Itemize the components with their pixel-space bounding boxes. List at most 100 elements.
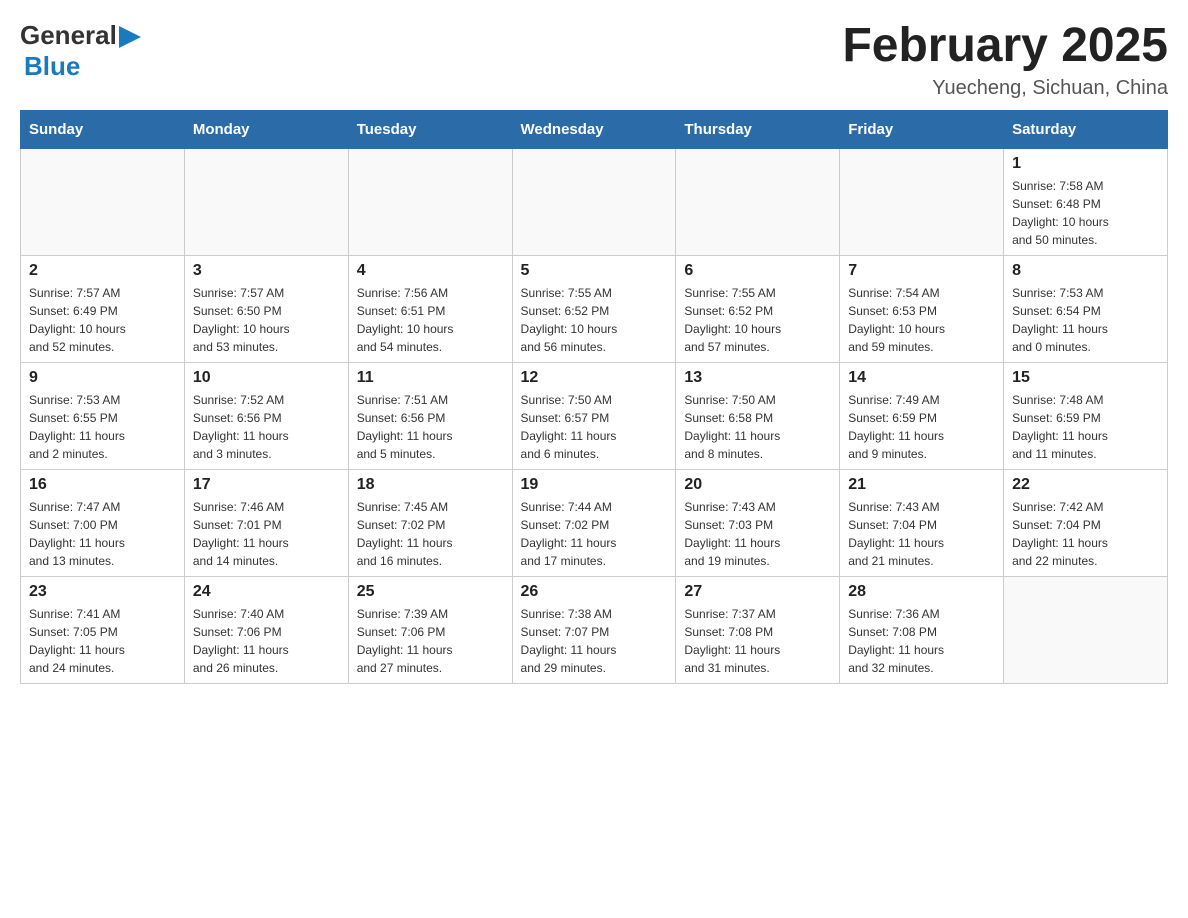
day-number: 3 (193, 262, 340, 280)
day-number: 1 (1012, 155, 1159, 173)
day-number: 23 (29, 583, 176, 601)
header-wednesday: Wednesday (512, 110, 676, 148)
calendar-table: Sunday Monday Tuesday Wednesday Thursday… (20, 110, 1168, 684)
day-number: 6 (684, 262, 831, 280)
day-number: 14 (848, 369, 995, 387)
day-number: 7 (848, 262, 995, 280)
day-number: 8 (1012, 262, 1159, 280)
table-row: 11 Sunrise: 7:51 AM Sunset: 6:56 PM Dayli… (348, 362, 512, 469)
table-row: 13Sunrise: 7:50 AM Sunset: 6:58 PM Dayli… (676, 362, 840, 469)
day-info: Sunrise: 7:56 AM Sunset: 6:51 PM Dayligh… (357, 284, 504, 356)
day-number: 20 (684, 476, 831, 494)
day-number: 10 (193, 369, 340, 387)
title-area: February 2025 Yuecheng, Sichuan, China (842, 20, 1168, 100)
table-row: 5 Sunrise: 7:55 AM Sunset: 6:52 PM Daylig… (512, 255, 676, 362)
table-row: 28 Sunrise: 7:36 AM Sunset: 7:08 PM Dayli… (840, 576, 1004, 683)
day-info: Sunrise: 7:57 AM Sunset: 6:50 PM Dayligh… (193, 284, 340, 356)
table-row: 23Sunrise: 7:41 AM Sunset: 7:05 PM Dayli… (21, 576, 185, 683)
day-number: 9 (29, 369, 176, 387)
day-info: Sunrise: 7:47 AM Sunset: 7:00 PM Dayligh… (29, 498, 176, 570)
day-info: Sunrise: 7:42 AM Sunset: 7:04 PM Dayligh… (1012, 498, 1159, 570)
day-info: Sunrise: 7:52 AM Sunset: 6:56 PM Dayligh… (193, 391, 340, 463)
table-row: 8 Sunrise: 7:53 AM Sunset: 6:54 PM Daylig… (1004, 255, 1168, 362)
day-number: 12 (521, 369, 668, 387)
calendar-week-row: 23Sunrise: 7:41 AM Sunset: 7:05 PM Dayli… (21, 576, 1168, 683)
table-row (840, 148, 1004, 255)
table-row (21, 148, 185, 255)
day-number: 17 (193, 476, 340, 494)
day-number: 11 (357, 369, 504, 387)
table-row: 6 Sunrise: 7:55 AM Sunset: 6:52 PM Daylig… (676, 255, 840, 362)
day-number: 26 (521, 583, 668, 601)
header-monday: Monday (184, 110, 348, 148)
day-info: Sunrise: 7:49 AM Sunset: 6:59 PM Dayligh… (848, 391, 995, 463)
table-row: 16 Sunrise: 7:47 AM Sunset: 7:00 PM Dayli… (21, 469, 185, 576)
table-row: 12Sunrise: 7:50 AM Sunset: 6:57 PM Dayli… (512, 362, 676, 469)
table-row: 20 Sunrise: 7:43 AM Sunset: 7:03 PM Dayli… (676, 469, 840, 576)
table-row: 1 Sunrise: 7:58 AM Sunset: 6:48 PM Daylig… (1004, 148, 1168, 255)
table-row (348, 148, 512, 255)
day-info: Sunrise: 7:37 AM Sunset: 7:08 PM Dayligh… (684, 605, 831, 677)
day-info: Sunrise: 7:53 AM Sunset: 6:55 PM Dayligh… (29, 391, 176, 463)
day-number: 13 (684, 369, 831, 387)
header-friday: Friday (840, 110, 1004, 148)
day-number: 28 (848, 583, 995, 601)
logo-blue-text: Blue (24, 51, 80, 81)
month-title: February 2025 (842, 20, 1168, 73)
table-row: 3 Sunrise: 7:57 AM Sunset: 6:50 PM Daylig… (184, 255, 348, 362)
day-info: Sunrise: 7:38 AM Sunset: 7:07 PM Dayligh… (521, 605, 668, 677)
header-sunday: Sunday (21, 110, 185, 148)
day-number: 24 (193, 583, 340, 601)
logo: General Blue (20, 20, 141, 82)
table-row: 18 Sunrise: 7:45 AM Sunset: 7:02 PM Dayli… (348, 469, 512, 576)
table-row: 26 Sunrise: 7:38 AM Sunset: 7:07 PM Dayli… (512, 576, 676, 683)
day-number: 19 (521, 476, 668, 494)
day-info: Sunrise: 7:48 AM Sunset: 6:59 PM Dayligh… (1012, 391, 1159, 463)
calendar-week-row: 16 Sunrise: 7:47 AM Sunset: 7:00 PM Dayli… (21, 469, 1168, 576)
table-row: 27Sunrise: 7:37 AM Sunset: 7:08 PM Dayli… (676, 576, 840, 683)
table-row: 2 Sunrise: 7:57 AM Sunset: 6:49 PM Daylig… (21, 255, 185, 362)
header-saturday: Saturday (1004, 110, 1168, 148)
page-header: General Blue February 2025 Yuecheng, Sic… (20, 20, 1168, 100)
day-number: 25 (357, 583, 504, 601)
day-number: 18 (357, 476, 504, 494)
day-number: 15 (1012, 369, 1159, 387)
day-info: Sunrise: 7:55 AM Sunset: 6:52 PM Dayligh… (684, 284, 831, 356)
calendar-week-row: 2 Sunrise: 7:57 AM Sunset: 6:49 PM Daylig… (21, 255, 1168, 362)
day-info: Sunrise: 7:57 AM Sunset: 6:49 PM Dayligh… (29, 284, 176, 356)
day-info: Sunrise: 7:55 AM Sunset: 6:52 PM Dayligh… (521, 284, 668, 356)
day-number: 2 (29, 262, 176, 280)
day-number: 16 (29, 476, 176, 494)
table-row: 4 Sunrise: 7:56 AM Sunset: 6:51 PM Daylig… (348, 255, 512, 362)
day-info: Sunrise: 7:54 AM Sunset: 6:53 PM Dayligh… (848, 284, 995, 356)
day-number: 22 (1012, 476, 1159, 494)
table-row (676, 148, 840, 255)
day-number: 4 (357, 262, 504, 280)
weekday-header-row: Sunday Monday Tuesday Wednesday Thursday… (21, 110, 1168, 148)
day-info: Sunrise: 7:51 AM Sunset: 6:56 PM Dayligh… (357, 391, 504, 463)
day-info: Sunrise: 7:58 AM Sunset: 6:48 PM Dayligh… (1012, 177, 1159, 249)
logo-general-text: General (20, 20, 117, 51)
day-info: Sunrise: 7:46 AM Sunset: 7:01 PM Dayligh… (193, 498, 340, 570)
logo-triangle-icon (119, 26, 141, 48)
day-info: Sunrise: 7:40 AM Sunset: 7:06 PM Dayligh… (193, 605, 340, 677)
table-row: 17 Sunrise: 7:46 AM Sunset: 7:01 PM Dayli… (184, 469, 348, 576)
day-number: 5 (521, 262, 668, 280)
table-row (1004, 576, 1168, 683)
calendar-week-row: 1 Sunrise: 7:58 AM Sunset: 6:48 PM Daylig… (21, 148, 1168, 255)
table-row: 9 Sunrise: 7:53 AM Sunset: 6:55 PM Daylig… (21, 362, 185, 469)
header-thursday: Thursday (676, 110, 840, 148)
day-info: Sunrise: 7:43 AM Sunset: 7:03 PM Dayligh… (684, 498, 831, 570)
table-row (184, 148, 348, 255)
table-row: 21Sunrise: 7:43 AM Sunset: 7:04 PM Dayli… (840, 469, 1004, 576)
table-row: 25 Sunrise: 7:39 AM Sunset: 7:06 PM Dayli… (348, 576, 512, 683)
table-row (512, 148, 676, 255)
header-tuesday: Tuesday (348, 110, 512, 148)
table-row: 10 Sunrise: 7:52 AM Sunset: 6:56 PM Dayli… (184, 362, 348, 469)
day-info: Sunrise: 7:45 AM Sunset: 7:02 PM Dayligh… (357, 498, 504, 570)
table-row: 7 Sunrise: 7:54 AM Sunset: 6:53 PM Daylig… (840, 255, 1004, 362)
table-row: 19Sunrise: 7:44 AM Sunset: 7:02 PM Dayli… (512, 469, 676, 576)
day-info: Sunrise: 7:53 AM Sunset: 6:54 PM Dayligh… (1012, 284, 1159, 356)
day-info: Sunrise: 7:39 AM Sunset: 7:06 PM Dayligh… (357, 605, 504, 677)
day-info: Sunrise: 7:36 AM Sunset: 7:08 PM Dayligh… (848, 605, 995, 677)
